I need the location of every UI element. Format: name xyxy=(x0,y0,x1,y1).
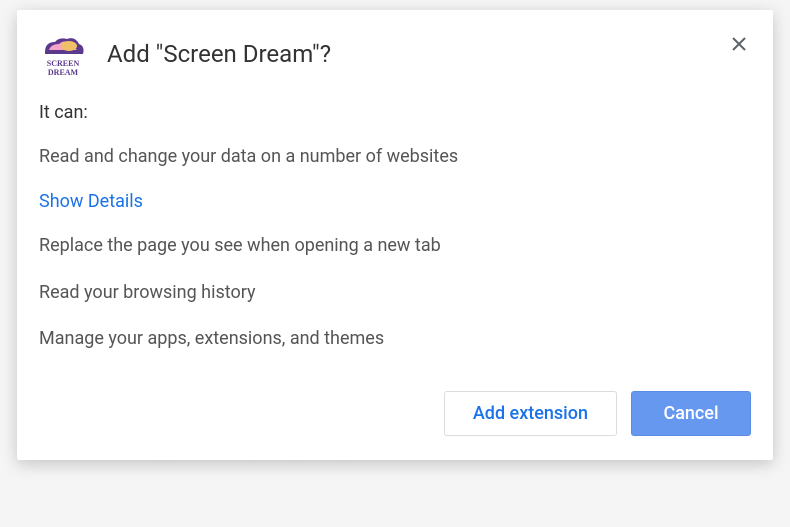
permission-item: Manage your apps, extensions, and themes xyxy=(39,327,751,351)
close-icon xyxy=(731,36,747,52)
cancel-button[interactable]: Cancel xyxy=(631,391,751,436)
permission-item: Read and change your data on a number of… xyxy=(39,145,751,169)
dialog-title: Add "Screen Dream"? xyxy=(107,32,331,68)
permission-item: Read your browsing history xyxy=(39,281,751,305)
dialog-body: It can: Read and change your data on a n… xyxy=(17,90,773,351)
close-button[interactable] xyxy=(727,32,751,56)
dialog-footer: Add extension Cancel xyxy=(17,373,773,436)
svg-text:SCREEN: SCREEN xyxy=(47,59,80,68)
extension-icon: SCREEN DREAM xyxy=(39,32,87,80)
extension-install-dialog: SCREEN DREAM Add "Screen Dream"? It can:… xyxy=(17,10,773,460)
permission-item: Replace the page you see when opening a … xyxy=(39,234,751,258)
permissions-intro: It can: xyxy=(39,102,751,123)
dialog-header: SCREEN DREAM Add "Screen Dream"? xyxy=(17,10,773,90)
show-details-link[interactable]: Show Details xyxy=(39,191,143,212)
add-extension-button[interactable]: Add extension xyxy=(444,391,617,436)
svg-text:DREAM: DREAM xyxy=(48,68,79,77)
